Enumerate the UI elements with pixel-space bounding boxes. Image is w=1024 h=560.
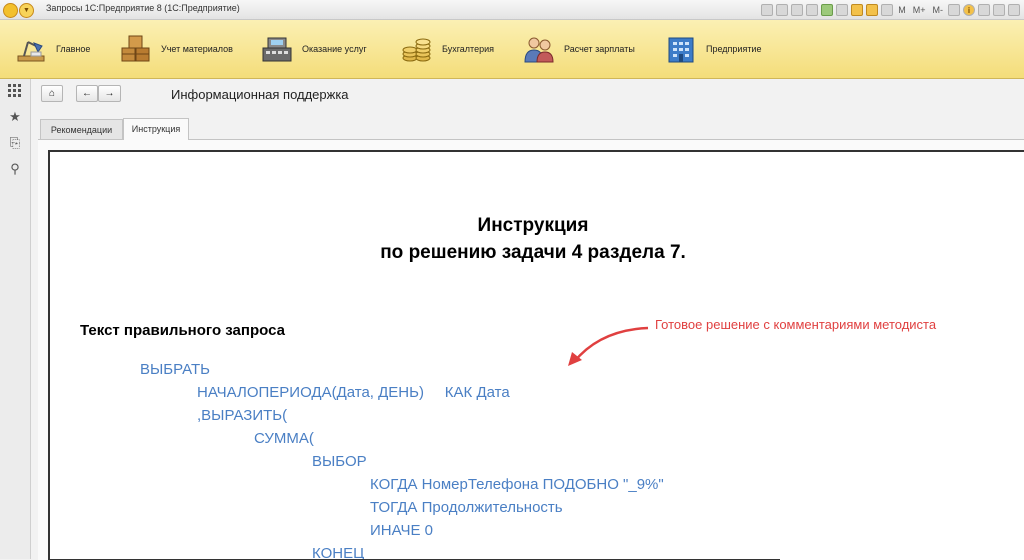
info-icon[interactable]: i — [963, 3, 975, 16]
calculator-icon[interactable] — [851, 3, 864, 16]
left-tools-panel: ★ ⎘ ⚲ — [0, 79, 31, 559]
print-icon[interactable] — [776, 3, 789, 16]
forward-button[interactable]: → — [98, 85, 121, 102]
history-icon[interactable]: ⎘ — [6, 134, 24, 152]
section-accounting[interactable]: Бухгалтерия — [400, 20, 494, 78]
search-icon[interactable]: ⚲ — [6, 160, 24, 178]
arrow-left-icon: ← — [82, 88, 92, 99]
building-icon — [664, 34, 698, 64]
code-line: ВЫБРАТЬ — [140, 361, 210, 378]
minimize-icon[interactable] — [978, 3, 990, 16]
coins-icon — [400, 34, 434, 64]
tab-recommendations[interactable]: Рекомендации — [40, 119, 123, 139]
section-materials[interactable]: Учет материалов — [119, 20, 233, 78]
section-enterprise[interactable]: Предприятие — [664, 20, 761, 78]
code-line: НАЧАЛОПЕРИОДА(Дата, ДЕНЬ) КАК Дата — [197, 384, 510, 401]
save-icon[interactable] — [761, 3, 774, 16]
1c-logo-icon[interactable] — [3, 3, 18, 18]
maximize-icon[interactable] — [993, 3, 1005, 16]
memory-button[interactable]: M — [896, 5, 908, 15]
sections-panel: Главное Учет материалов Оказание услуг Б… — [0, 20, 1024, 79]
apps-grid-icon[interactable] — [6, 82, 24, 100]
note-icon[interactable] — [881, 3, 894, 16]
code-line: СУММА( — [254, 430, 314, 447]
section-heading: Текст правильного запроса — [80, 322, 285, 339]
annotation-arrow-icon — [568, 326, 649, 366]
home-button[interactable]: ⌂ — [41, 85, 63, 102]
instruction-document: Инструкция по решению задачи 4 раздела 7… — [48, 150, 1024, 560]
home-icon: ⌂ — [48, 88, 56, 99]
back-button[interactable]: ← — [76, 85, 98, 102]
content-area: ⌂ ← → Информационная поддержка Рекоменда… — [31, 79, 1024, 560]
preview-icon[interactable] — [791, 3, 804, 16]
calendar-icon[interactable] — [866, 3, 879, 16]
link-icon[interactable] — [836, 3, 849, 16]
people-icon — [522, 34, 556, 64]
code-line: КОНЕЦ — [312, 545, 365, 560]
section-payroll[interactable]: Расчет зарплаты — [522, 20, 635, 78]
copy-icon[interactable] — [806, 3, 819, 16]
favorites-icon[interactable]: ★ — [6, 108, 24, 126]
window-title: Запросы 1С:Предприятие 8 (1С:Предприятие… — [46, 3, 240, 13]
panels-icon[interactable] — [948, 3, 960, 16]
section-main[interactable]: Главное — [14, 20, 90, 78]
memory-minus-button[interactable]: M- — [931, 5, 946, 15]
document-title: Инструкция — [477, 215, 589, 236]
boxes-icon — [119, 34, 153, 64]
document-subtitle: по решению задачи 4 раздела 7. — [380, 242, 686, 263]
close-icon[interactable] — [1008, 3, 1020, 16]
code-line: ТОГДА Продолжительность — [370, 499, 563, 516]
desk-lamp-icon — [14, 34, 48, 64]
memory-plus-button[interactable]: M+ — [911, 5, 928, 15]
methodist-annotation: Готовое решение с комментариями методист… — [655, 317, 937, 332]
window-title-bar: ▼ Запросы 1С:Предприятие 8 (1С:Предприят… — [0, 0, 1024, 20]
arrow-right-icon: → — [104, 88, 115, 99]
section-services[interactable]: Оказание услуг — [260, 20, 367, 78]
tab-instruction[interactable]: Инструкция — [123, 118, 189, 140]
main-menu-button[interactable]: ▼ — [19, 3, 34, 18]
favorites-add-icon[interactable] — [821, 3, 834, 16]
code-line: ,ВЫРАЗИТЬ( — [197, 407, 288, 424]
cash-register-icon — [260, 34, 294, 64]
code-line: КОГДА НомерТелефона ПОДОБНО "_9%" — [370, 476, 664, 493]
code-line: ИНАЧЕ 0 — [370, 522, 433, 539]
tab-panel: Инструкция по решению задачи 4 раздела 7… — [38, 139, 1024, 560]
title-bar-tools: M M+ M- i — [761, 2, 1020, 17]
page-title: Информационная поддержка — [171, 87, 349, 102]
code-line: ВЫБОР — [312, 453, 367, 470]
